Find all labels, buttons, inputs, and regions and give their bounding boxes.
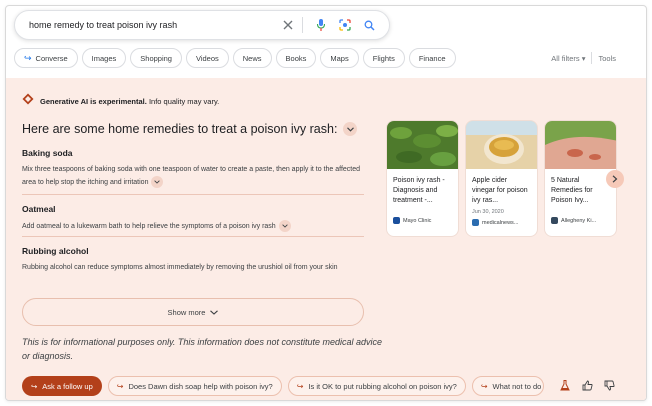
remedy-body: Mix three teaspoons of baking soda with … — [22, 166, 361, 186]
follow-up-arrow-icon: ↪ — [480, 381, 488, 391]
source-cards: Poison ivy rash - Diagnosis and treatmen… — [386, 120, 617, 237]
follow-up-bar: ↪ Ask a follow up ↪ Does Dawn dish soap … — [22, 376, 544, 396]
chip-finance[interactable]: Finance — [408, 48, 456, 68]
chip-news[interactable]: News — [232, 48, 272, 68]
remedy-rubbing-alcohol: Rubbing alcohol Rubbing alcohol can redu… — [22, 246, 364, 274]
mayo-clinic-favicon-icon — [393, 217, 400, 224]
follow-up-suggestion[interactable]: ↪ Is it OK to put rubbing alcohol on poi… — [287, 376, 466, 396]
all-filters-button[interactable]: All filters ▾ — [551, 54, 585, 63]
experimental-note: Info quality may vary. — [146, 96, 220, 106]
chip-flights[interactable]: Flights — [362, 48, 405, 68]
chevron-down-icon[interactable] — [151, 176, 164, 188]
chip-videos[interactable]: Videos — [185, 48, 229, 68]
chevron-down-icon[interactable] — [278, 220, 291, 232]
remedy-title: Baking soda — [22, 148, 73, 158]
generative-ai-icon — [22, 92, 34, 110]
browser-frame: home remedy to treat poison ivy rash ↪ C… — [5, 5, 647, 401]
camera-lens-icon[interactable] — [335, 15, 355, 35]
card-source: medicalnews... — [466, 215, 537, 226]
flask-icon[interactable] — [558, 378, 572, 392]
remedy-body: Add oatmeal to a lukewarm bath to help r… — [22, 222, 276, 230]
follow-up-arrow-icon: ↪ — [116, 381, 124, 391]
microphone-icon[interactable] — [311, 15, 331, 35]
remedy-baking-soda: Baking soda Mix three teaspoons of bakin… — [22, 148, 364, 189]
converse-arrow-icon: ↪ — [24, 52, 32, 63]
feedback-icons — [558, 378, 616, 392]
medical-news-favicon-icon — [472, 219, 479, 226]
clear-icon[interactable] — [278, 15, 298, 35]
source-card[interactable]: Poison ivy rash - Diagnosis and treatmen… — [386, 120, 459, 237]
allegheny-favicon-icon — [551, 217, 558, 224]
remedy-body-faded: Rubbing alcohol can reduce symptoms almo… — [22, 262, 364, 274]
card-thumbnail — [545, 121, 616, 169]
remedy-title: Oatmeal — [22, 204, 56, 214]
caret-down-icon: ▾ — [581, 53, 586, 63]
search-input[interactable]: home remedy to treat poison ivy rash — [29, 20, 274, 30]
follow-up-arrow-icon: ↪ — [31, 381, 38, 391]
chevron-down-icon[interactable] — [343, 122, 358, 136]
chip-converse[interactable]: ↪ Converse — [14, 48, 78, 68]
source-card[interactable]: Apple cider vinegar for poison ivy ras..… — [465, 120, 538, 237]
follow-up-arrow-icon: ↪ — [296, 381, 304, 391]
remedy-title: Rubbing alcohol — [22, 246, 89, 256]
chip-images[interactable]: Images — [81, 48, 127, 68]
card-source: Allegheny Ki... — [545, 213, 616, 224]
thumbs-up-icon[interactable] — [580, 378, 594, 392]
filters-divider — [591, 52, 593, 64]
search-bar[interactable]: home remedy to treat poison ivy rash — [14, 10, 390, 40]
follow-up-suggestion[interactable]: ↪ What not to do — [471, 376, 544, 396]
thumbs-down-icon[interactable] — [602, 378, 616, 392]
remedy-oatmeal: Oatmeal Add oatmeal to a lukewarm bath t… — [22, 204, 364, 233]
filters-area: All filters ▾ Tools — [551, 52, 616, 64]
chevron-down-icon — [210, 308, 219, 317]
divider — [22, 236, 364, 237]
search-type-chips: ↪ Converse Images Shopping Videos News B… — [14, 48, 456, 68]
card-source: Mayo Clinic — [387, 213, 458, 224]
chevron-right-icon — [612, 175, 618, 183]
follow-up-suggestion[interactable]: ↪ Does Dawn dish soap help with poison i… — [107, 376, 282, 396]
search-divider — [302, 17, 303, 33]
search-icon[interactable] — [359, 15, 379, 35]
ai-heading: Here are some home remedies to treat a p… — [22, 122, 358, 136]
chip-books[interactable]: Books — [275, 48, 317, 68]
generative-ai-notice: Generative AI is experimental. Info qual… — [22, 92, 219, 110]
remedy-body: Rubbing alcohol can reduce symptoms almo… — [22, 264, 338, 271]
card-thumbnail — [466, 121, 537, 169]
chip-shopping[interactable]: Shopping — [130, 48, 182, 68]
divider — [22, 194, 364, 195]
show-more-button[interactable]: Show more — [22, 298, 364, 326]
card-thumbnail — [387, 121, 458, 169]
ai-overview-panel: Generative AI is experimental. Info qual… — [6, 78, 646, 400]
cards-next-button[interactable] — [606, 170, 624, 188]
tools-button[interactable]: Tools — [598, 54, 616, 63]
chip-maps[interactable]: Maps — [320, 48, 359, 68]
ask-follow-up-button[interactable]: ↪ Ask a follow up — [22, 376, 102, 396]
experimental-label: Generative AI is experimental. — [40, 96, 147, 106]
card-title: Poison ivy rash - Diagnosis and treatmen… — [393, 177, 445, 204]
card-title: Apple cider vinegar for poison ivy ras..… — [472, 177, 528, 204]
disclaimer: This is for informational purposes only.… — [22, 337, 383, 361]
